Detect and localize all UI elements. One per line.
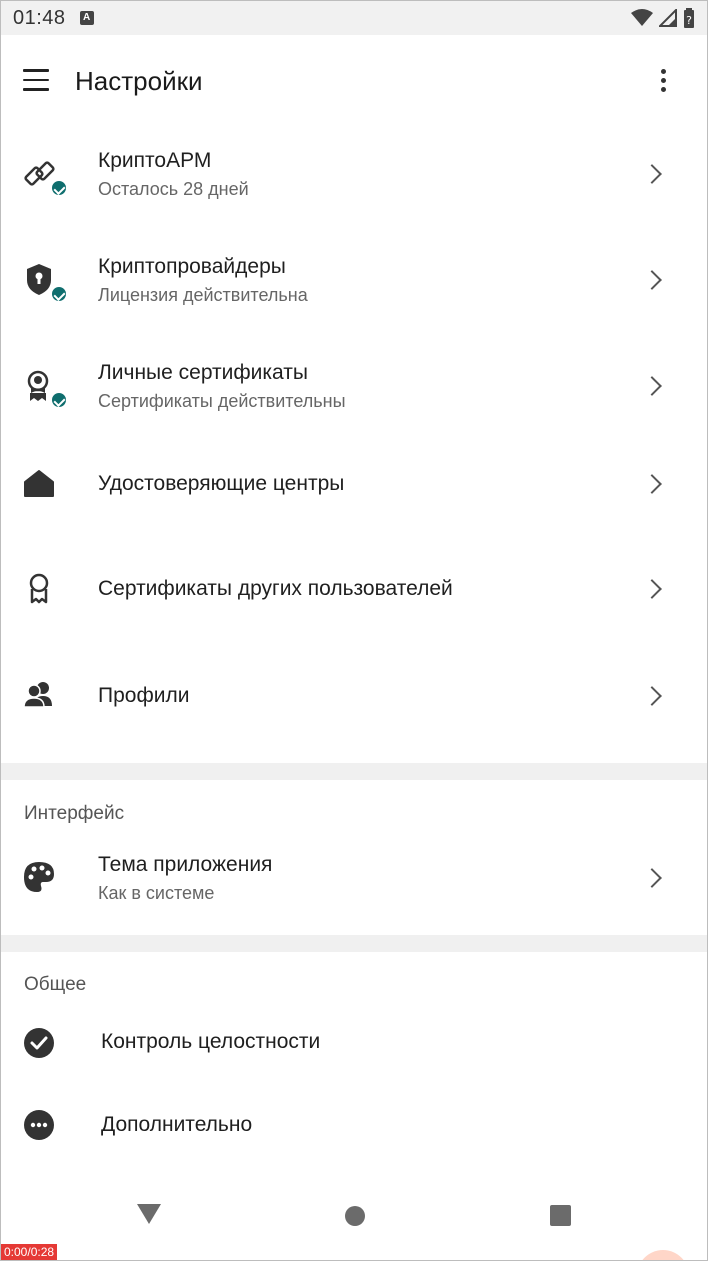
- settings-item-additional[interactable]: Дополнительно: [1, 1085, 707, 1169]
- item-label: Криптопровайдеры: [98, 255, 286, 278]
- house-icon: [24, 470, 54, 497]
- more-vert-icon[interactable]: [651, 69, 675, 93]
- recording-timer: 0:00/0:28: [1, 1244, 58, 1260]
- chevron-right-icon: [642, 376, 662, 396]
- section-title-general: Общее: [24, 974, 87, 995]
- item-label: Тема приложения: [98, 853, 273, 876]
- palette-icon: [24, 862, 54, 892]
- settings-item-other-users-certificates[interactable]: Сертификаты других пользователей: [1, 535, 707, 641]
- verified-badge-icon: [50, 285, 68, 303]
- item-subtitle: Сертификаты действительны: [98, 391, 346, 411]
- section-title-interface: Интерфейс: [24, 803, 125, 824]
- item-subtitle: Как в системе: [98, 883, 215, 903]
- settings-item-profiles[interactable]: Профили: [1, 641, 707, 751]
- settings-item-integrity-control[interactable]: Контроль целостности: [1, 1001, 707, 1085]
- item-label: КриптоАРМ: [98, 149, 212, 172]
- system-nav-bar: [1, 1190, 707, 1260]
- settings-item-certificate-authorities[interactable]: Удостоверяющие центры: [1, 445, 707, 535]
- award-ribbon-icon: [29, 573, 49, 604]
- chevron-right-icon: [642, 164, 662, 184]
- check-circle-icon: [24, 1028, 54, 1058]
- item-subtitle: Лицензия действительна: [98, 285, 308, 305]
- home-circle-icon[interactable]: [345, 1206, 365, 1226]
- page-title: Настройки: [75, 66, 203, 96]
- item-label: Дополнительно: [101, 1113, 253, 1136]
- settings-item-cryptoproviders[interactable]: Криптопровайдеры Лицензия действительна: [1, 233, 707, 339]
- people-icon: [23, 682, 52, 708]
- item-label: Профили: [98, 684, 190, 707]
- battery-icon: ?: [684, 8, 694, 28]
- section-divider: [1, 935, 707, 952]
- verified-badge-icon: [50, 179, 68, 197]
- hamburger-menu-icon[interactable]: [23, 69, 49, 91]
- recent-square-icon[interactable]: [550, 1205, 571, 1226]
- settings-item-app-theme[interactable]: Тема приложения Как в системе: [1, 831, 707, 931]
- chevron-right-icon: [642, 868, 662, 888]
- more-horiz-circle-icon: [24, 1110, 54, 1140]
- item-label: Сертификаты других пользователей: [98, 577, 453, 600]
- battery-unknown-glyph: ?: [686, 14, 692, 27]
- app-bar: Настройки: [1, 35, 707, 127]
- settings-item-cryptoarm[interactable]: КриптоАРМ Осталось 28 дней: [1, 127, 707, 233]
- item-subtitle: Осталось 28 дней: [98, 179, 249, 199]
- cell-signal-icon: [659, 9, 677, 27]
- chevron-right-icon: [642, 270, 662, 290]
- wifi-icon: [631, 9, 653, 26]
- item-label: Личные сертификаты: [98, 361, 308, 384]
- chevron-right-icon: [642, 686, 662, 706]
- screen: 01:48 A ? Настройки КриптоАРМ Осталось 2…: [0, 0, 708, 1261]
- status-bar: 01:48 A ?: [1, 1, 707, 35]
- chevron-right-icon: [642, 579, 662, 599]
- chevron-right-icon: [642, 474, 662, 494]
- status-icons: ?: [631, 8, 695, 28]
- notification-icon: A: [79, 11, 94, 25]
- status-time: 01:48: [13, 6, 66, 29]
- settings-item-personal-certificates[interactable]: Личные сертификаты Сертификаты действите…: [1, 339, 707, 445]
- section-divider: [1, 763, 707, 780]
- item-label: Удостоверяющие центры: [98, 472, 345, 495]
- back-triangle-icon[interactable]: [137, 1204, 161, 1224]
- verified-badge-icon: [50, 391, 68, 409]
- item-label: Контроль целостности: [101, 1030, 321, 1053]
